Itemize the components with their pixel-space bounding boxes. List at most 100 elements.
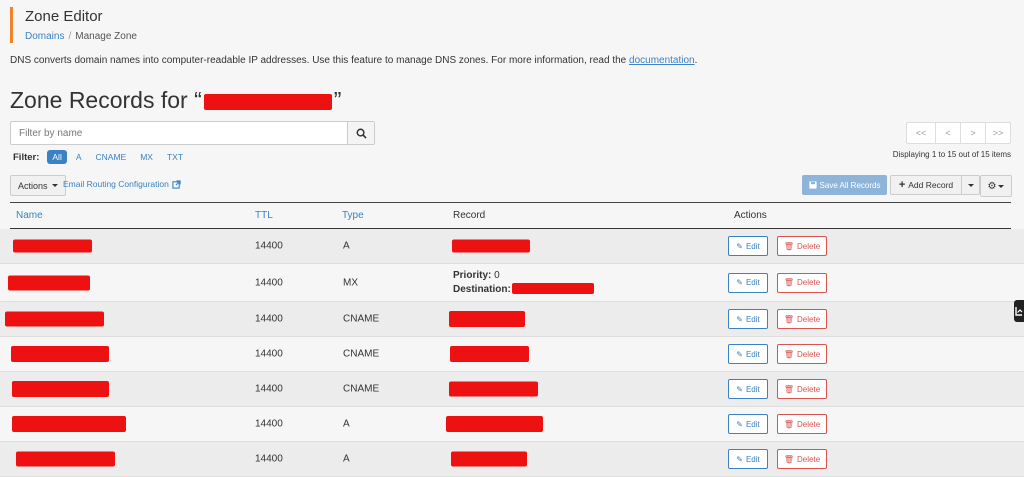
record-ttl: 14400 bbox=[255, 313, 283, 325]
row-actions: ✎ Edit 🗑 Delete bbox=[728, 379, 827, 399]
documentation-link[interactable]: documentation bbox=[629, 55, 695, 66]
next-page-button[interactable]: > bbox=[960, 122, 986, 144]
add-record-dropdown-toggle[interactable] bbox=[962, 175, 980, 195]
add-record-button[interactable]: + Add Record bbox=[890, 175, 962, 195]
column-name-sort[interactable]: Name bbox=[16, 210, 43, 221]
delete-button[interactable]: 🗑 Delete bbox=[777, 309, 827, 329]
table-row: 14400 A ✎ Edit 🗑 Delete bbox=[0, 229, 1024, 264]
first-page-button[interactable]: << bbox=[906, 122, 936, 144]
edit-label: Edit bbox=[745, 454, 760, 464]
delete-button[interactable]: 🗑 Delete bbox=[777, 272, 827, 293]
redacted-record-value bbox=[449, 311, 525, 327]
edit-label: Edit bbox=[745, 314, 760, 324]
filter-a[interactable]: A bbox=[71, 150, 87, 164]
delete-button[interactable]: 🗑 Delete bbox=[777, 379, 827, 399]
edit-button[interactable]: ✎ Edit bbox=[728, 272, 768, 293]
priority-value: 0 bbox=[494, 269, 500, 281]
table-row: 14400 A ✎ Edit 🗑 Delete bbox=[0, 407, 1024, 442]
search-input[interactable] bbox=[11, 122, 347, 144]
actions-label: Actions bbox=[18, 180, 48, 191]
edit-button[interactable]: ✎ Edit bbox=[728, 344, 768, 364]
delete-label: Delete bbox=[797, 278, 821, 287]
column-ttl-sort[interactable]: TTL bbox=[255, 210, 273, 221]
edit-label: Edit bbox=[745, 241, 760, 251]
heading-suffix: ” bbox=[333, 87, 342, 113]
plus-icon: + bbox=[898, 179, 906, 191]
breadcrumb-domains-link[interactable]: Domains bbox=[25, 31, 64, 42]
pencil-icon: ✎ bbox=[736, 419, 743, 429]
edit-label: Edit bbox=[745, 384, 760, 394]
row-actions: ✎ Edit 🗑 Delete bbox=[728, 449, 827, 469]
record-ttl: 14400 bbox=[255, 383, 283, 395]
last-page-button[interactable]: >> bbox=[985, 122, 1011, 144]
breadcrumb-separator: / bbox=[68, 31, 72, 42]
row-actions: ✎ Edit 🗑 Delete bbox=[728, 236, 827, 256]
mx-priority: Priority: 0 bbox=[453, 269, 594, 283]
redacted-record-value bbox=[446, 416, 543, 432]
record-ttl: 14400 bbox=[255, 348, 283, 360]
table-header: Name TTL Type Record Actions bbox=[10, 202, 1011, 230]
filter-search-box bbox=[10, 121, 375, 145]
breadcrumb-current: Manage Zone bbox=[75, 31, 137, 42]
pencil-icon: ✎ bbox=[736, 314, 743, 324]
trash-icon: 🗑 bbox=[783, 349, 795, 359]
pencil-icon: ✎ bbox=[736, 384, 743, 394]
edit-button[interactable]: ✎ Edit bbox=[728, 379, 768, 399]
pencil-icon: ✎ bbox=[736, 349, 743, 359]
record-type: A bbox=[343, 240, 350, 252]
pencil-icon: ✎ bbox=[736, 241, 743, 251]
filter-txt[interactable]: TXT bbox=[162, 150, 188, 164]
record-ttl: 14400 bbox=[255, 240, 283, 252]
record-ttl: 14400 bbox=[255, 453, 283, 465]
delete-button[interactable]: 🗑 Delete bbox=[777, 414, 827, 434]
pencil-icon: ✎ bbox=[736, 454, 743, 464]
edit-button[interactable]: ✎ Edit bbox=[728, 236, 768, 256]
edit-button[interactable]: ✎ Edit bbox=[728, 414, 768, 434]
search-button[interactable] bbox=[347, 122, 374, 144]
filter-cname[interactable]: CNAME bbox=[91, 150, 132, 164]
record-type: CNAME bbox=[343, 383, 380, 395]
delete-button[interactable]: 🗑 Delete bbox=[777, 236, 827, 256]
redacted-domain bbox=[203, 93, 332, 110]
delete-button[interactable]: 🗑 Delete bbox=[777, 344, 827, 364]
edit-button[interactable]: ✎ Edit bbox=[728, 309, 768, 329]
table-row: 14400 CNAME ✎ Edit 🗑 Delete bbox=[0, 302, 1024, 337]
heading-prefix: Zone Records for “ bbox=[10, 87, 202, 113]
table-row: 14400 CNAME ✎ Edit 🗑 Delete bbox=[0, 337, 1024, 372]
delete-button[interactable]: 🗑 Delete bbox=[777, 449, 827, 469]
add-record-label: Add Record bbox=[908, 180, 954, 190]
edit-button[interactable]: ✎ Edit bbox=[728, 449, 768, 469]
actions-dropdown-button[interactable]: Actions bbox=[10, 175, 66, 196]
table-row: 14400 CNAME ✎ Edit 🗑 Delete bbox=[0, 372, 1024, 407]
email-routing-label: Email Routing Configuration bbox=[63, 179, 169, 189]
email-routing-link[interactable]: Email Routing Configuration bbox=[63, 179, 181, 189]
gear-icon: ⚙ bbox=[987, 180, 997, 192]
table-row: 14400 MX Priority: 0 Destination: ✎ Edit … bbox=[0, 264, 1024, 302]
filter-label: Filter: bbox=[13, 151, 40, 163]
save-all-records-button[interactable]: Save All Records bbox=[802, 175, 887, 195]
row-actions: ✎ Edit 🗑 Delete bbox=[728, 344, 827, 364]
redacted-record-name bbox=[12, 381, 109, 397]
caret-down-icon bbox=[51, 184, 58, 187]
prev-page-button[interactable]: < bbox=[935, 122, 961, 144]
caret-down-icon bbox=[998, 184, 1005, 188]
delete-label: Delete bbox=[797, 349, 821, 359]
settings-dropdown-button[interactable]: ⚙ bbox=[980, 175, 1012, 197]
destination-label: Destination: bbox=[453, 283, 511, 295]
row-actions: ✎ Edit 🗑 Delete bbox=[728, 309, 827, 329]
delete-label: Delete bbox=[797, 384, 821, 394]
filter-mx[interactable]: MX bbox=[135, 150, 158, 164]
record-type: A bbox=[343, 418, 350, 430]
feedback-widget-tab[interactable] bbox=[1014, 300, 1024, 322]
external-link-icon bbox=[172, 179, 181, 189]
delete-label: Delete bbox=[797, 314, 821, 324]
redacted-record-value bbox=[450, 346, 529, 362]
filter-all[interactable]: All bbox=[47, 150, 67, 164]
redacted-destination bbox=[511, 283, 594, 295]
column-type-sort[interactable]: Type bbox=[342, 210, 364, 221]
search-icon bbox=[356, 128, 367, 139]
redacted-record-name bbox=[11, 346, 109, 362]
trash-icon: 🗑 bbox=[783, 278, 795, 287]
zone-records-heading: Zone Records for “ ” bbox=[10, 87, 341, 114]
redacted-record-name bbox=[8, 275, 90, 290]
